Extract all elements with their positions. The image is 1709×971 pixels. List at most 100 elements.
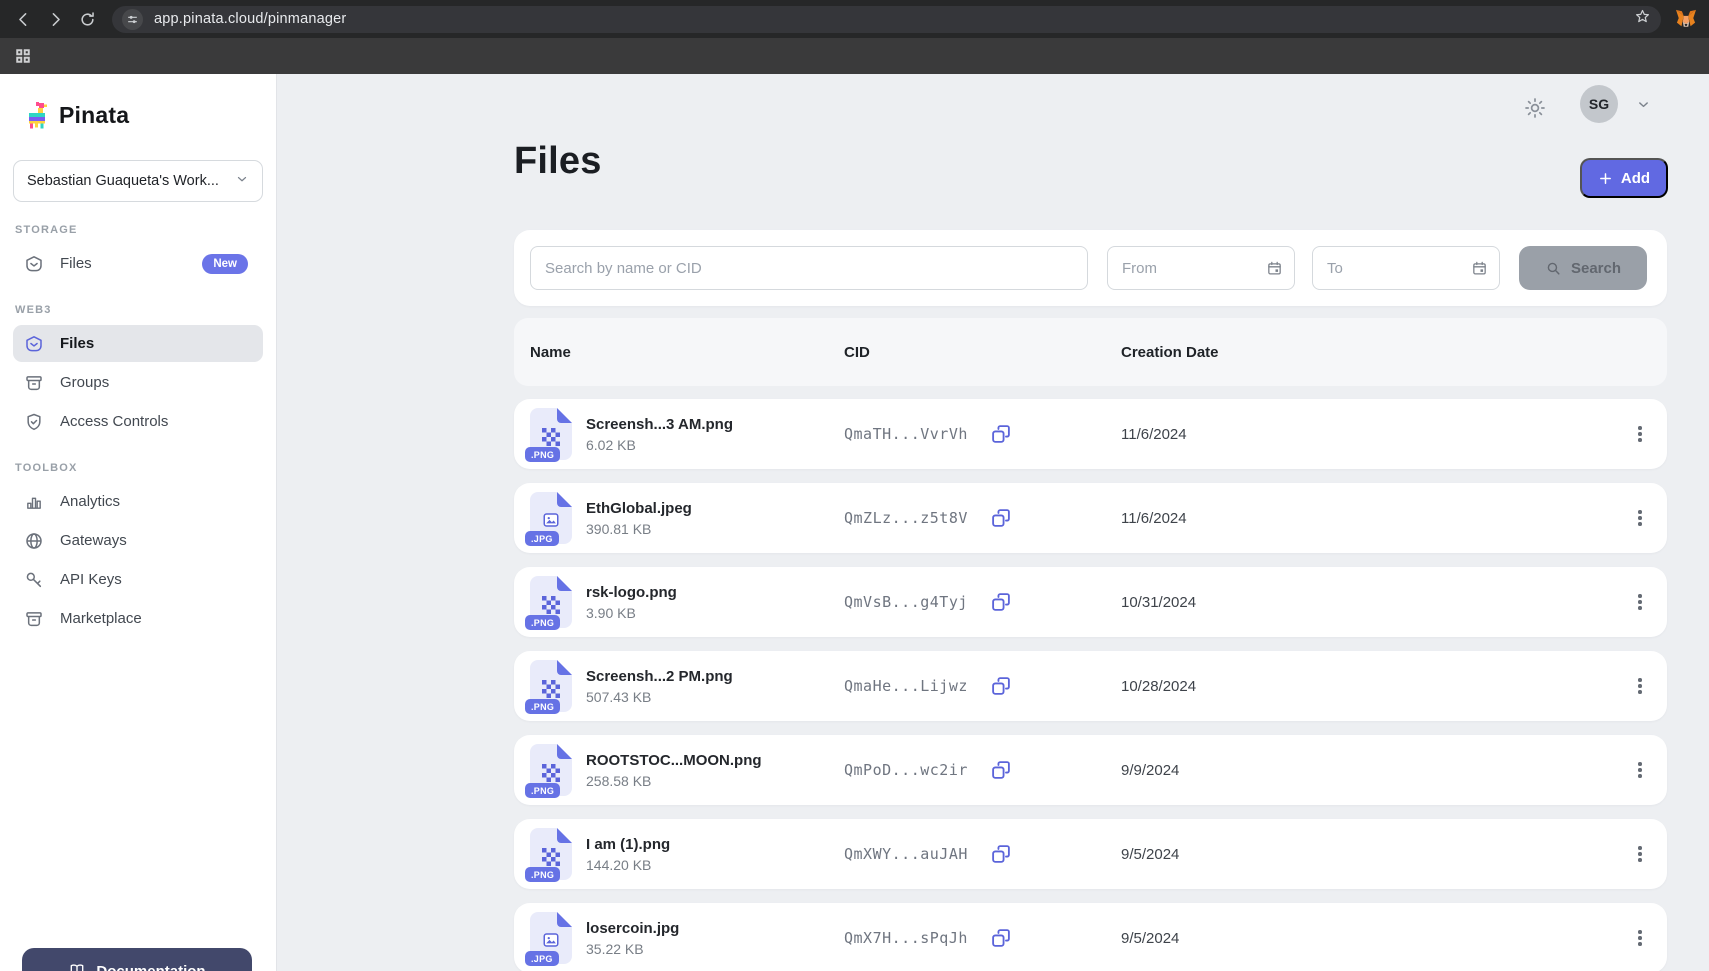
sidebar-item-icon (24, 531, 44, 551)
browser-reload-icon[interactable] (76, 8, 98, 30)
documentation-button[interactable]: Documentation (22, 948, 252, 971)
row-menu-kebab-icon[interactable] (1627, 921, 1653, 955)
table-row[interactable]: .PNG I am (1).png 144.20 KB QmXWY...auJA… (514, 819, 1667, 889)
table-row[interactable]: .JPG EthGlobal.jpeg 390.81 KB QmZLz...z5… (514, 483, 1667, 553)
search-button[interactable]: Search (1519, 246, 1647, 290)
documentation-label: Documentation (96, 963, 205, 971)
file-icon: .PNG (530, 744, 572, 796)
sidebar-item-icon (24, 373, 44, 393)
url-text[interactable]: app.pinata.cloud/pinmanager (154, 11, 346, 27)
cid-cell: QmPoD...wc2ir (844, 759, 1121, 781)
sidebar-item-gateways[interactable]: Gateways (13, 522, 263, 559)
sidebar-nav: STORAGE Files New WEB3 Files Groups Acce… (0, 224, 276, 637)
cid-value: QmaTH...VvrVh (844, 425, 968, 443)
search-input[interactable] (530, 246, 1088, 290)
row-menu-kebab-icon[interactable] (1627, 501, 1653, 535)
cid-value: QmaHe...Lijwz (844, 677, 968, 695)
sidebar-item-icon (24, 492, 44, 512)
file-size: 6.02 KB (586, 437, 733, 453)
sidebar-item-access-controls[interactable]: Access Controls (13, 403, 263, 440)
pinata-logo[interactable]: Pinata (26, 101, 276, 129)
sidebar-item-icon (24, 334, 44, 354)
sidebar-section-label: WEB3 (0, 304, 276, 316)
copy-cid-icon[interactable] (990, 843, 1012, 865)
site-settings-icon[interactable] (122, 9, 143, 30)
sidebar-section-label: STORAGE (0, 224, 276, 236)
sidebar-item-icon (24, 412, 44, 432)
column-creation-date: Creation Date (1121, 344, 1607, 361)
copy-cid-icon[interactable] (990, 423, 1012, 445)
sidebar-item-label: Groups (60, 374, 109, 391)
browser-back-icon[interactable] (12, 8, 34, 30)
bookmark-star-icon[interactable] (1634, 8, 1651, 30)
file-type-badge: .PNG (525, 699, 560, 714)
avatar[interactable]: SG (1580, 85, 1618, 123)
theme-toggle-sun-icon[interactable] (1523, 96, 1549, 122)
table-row[interactable]: .PNG rsk-logo.png 3.90 KB QmVsB...g4Tyj … (514, 567, 1667, 637)
sidebar-item-label: API Keys (60, 571, 122, 588)
cid-value: QmXWY...auJAH (844, 845, 968, 863)
row-menu-kebab-icon[interactable] (1627, 585, 1653, 619)
cid-cell: QmaHe...Lijwz (844, 675, 1121, 697)
workspace-selector[interactable]: Sebastian Guaqueta's Work... (13, 160, 263, 202)
file-icon: .JPG (530, 492, 572, 544)
copy-cid-icon[interactable] (990, 759, 1012, 781)
file-size: 507.43 KB (586, 689, 733, 705)
copy-cid-icon[interactable] (990, 927, 1012, 949)
add-button-label: Add (1621, 170, 1650, 187)
sidebar-item-label: Access Controls (60, 413, 168, 430)
add-button[interactable]: Add (1580, 158, 1668, 198)
row-menu-kebab-icon[interactable] (1627, 753, 1653, 787)
table-row[interactable]: .PNG ROOTSTOC...MOON.png 258.58 KB QmPoD… (514, 735, 1667, 805)
creation-date: 11/6/2024 (1121, 510, 1607, 527)
search-icon (1545, 260, 1562, 277)
workspace-name: Sebastian Guaqueta's Work... (27, 173, 219, 189)
account-chevron-down-icon[interactable] (1636, 97, 1651, 117)
sidebar-item-label: Files (60, 255, 92, 272)
table-row[interactable]: .JPG losercoin.jpg 35.22 KB QmX7H...sPqJ… (514, 903, 1667, 971)
sidebar: Pinata Sebastian Guaqueta's Work... STOR… (0, 74, 277, 971)
file-type-badge: .PNG (525, 447, 560, 462)
row-menu-kebab-icon[interactable] (1627, 837, 1653, 871)
table-row[interactable]: .PNG Screensh...3 AM.png 6.02 KB QmaTH..… (514, 399, 1667, 469)
sidebar-section: STORAGE Files New (0, 224, 276, 282)
table-row[interactable]: .PNG Screensh...2 PM.png 507.43 KB QmaHe… (514, 651, 1667, 721)
sidebar-item-marketplace[interactable]: Marketplace (13, 600, 263, 637)
file-name: Screensh...2 PM.png (586, 668, 733, 685)
column-cid: CID (844, 344, 1121, 361)
apps-grid-icon[interactable] (14, 47, 32, 65)
sidebar-item-files[interactable]: Files (13, 325, 263, 362)
row-menu-kebab-icon[interactable] (1627, 417, 1653, 451)
new-badge: New (202, 254, 248, 274)
cid-value: QmVsB...g4Tyj (844, 593, 968, 611)
row-menu-kebab-icon[interactable] (1627, 669, 1653, 703)
file-rows: .PNG Screensh...3 AM.png 6.02 KB QmaTH..… (514, 399, 1667, 971)
sidebar-item-analytics[interactable]: Analytics (13, 483, 263, 520)
browser-forward-icon[interactable] (44, 8, 66, 30)
page-title: Files (514, 140, 602, 183)
file-name-cell: .PNG rsk-logo.png 3.90 KB (530, 576, 844, 628)
file-name-cell: .PNG ROOTSTOC...MOON.png 258.58 KB (530, 744, 844, 796)
date-to-input[interactable] (1312, 246, 1500, 290)
cid-value: QmZLz...z5t8V (844, 509, 968, 527)
file-icon: .JPG (530, 912, 572, 964)
metamask-extension-icon[interactable] (1675, 9, 1697, 29)
sidebar-item-label: Gateways (60, 532, 127, 549)
address-bar[interactable]: app.pinata.cloud/pinmanager (112, 6, 1661, 33)
cid-cell: QmZLz...z5t8V (844, 507, 1121, 529)
cid-cell: QmVsB...g4Tyj (844, 591, 1121, 613)
sidebar-item-groups[interactable]: Groups (13, 364, 263, 401)
sidebar-item-label: Files (60, 335, 94, 352)
sidebar-item-files[interactable]: Files New (13, 245, 263, 282)
bookmarks-bar (0, 38, 1709, 74)
file-name-cell: .PNG Screensh...3 AM.png 6.02 KB (530, 408, 844, 460)
date-from-input[interactable] (1107, 246, 1295, 290)
file-name: I am (1).png (586, 836, 670, 853)
jpg-image-glyph (544, 514, 558, 526)
cid-cell: QmXWY...auJAH (844, 843, 1121, 865)
copy-cid-icon[interactable] (990, 675, 1012, 697)
cid-cell: QmaTH...VvrVh (844, 423, 1121, 445)
copy-cid-icon[interactable] (990, 507, 1012, 529)
sidebar-item-api-keys[interactable]: API Keys (13, 561, 263, 598)
copy-cid-icon[interactable] (990, 591, 1012, 613)
